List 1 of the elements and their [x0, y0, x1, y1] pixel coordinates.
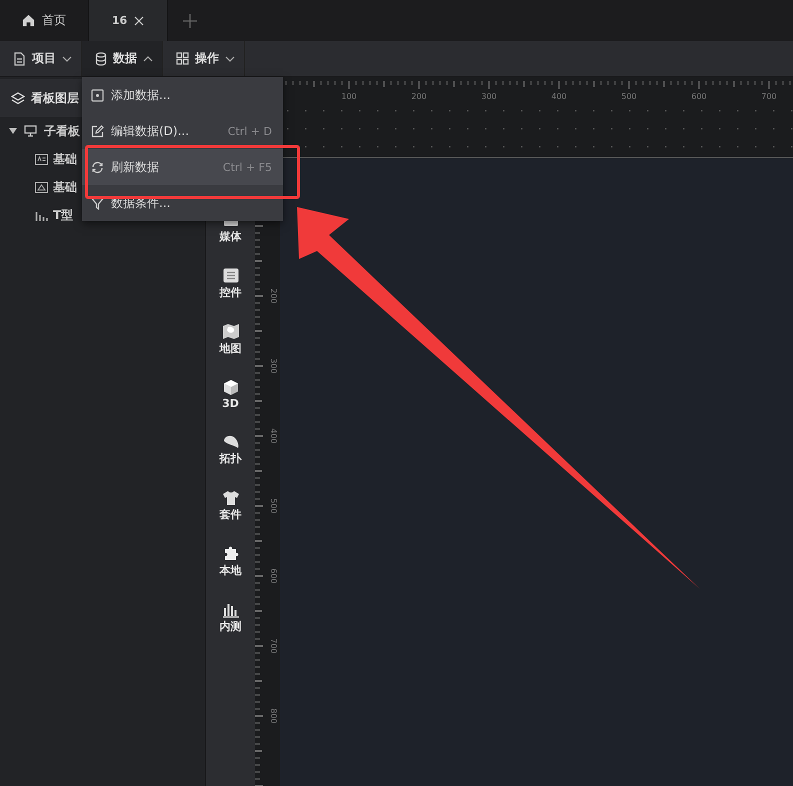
panel-title: 看板图层: [31, 90, 79, 106]
